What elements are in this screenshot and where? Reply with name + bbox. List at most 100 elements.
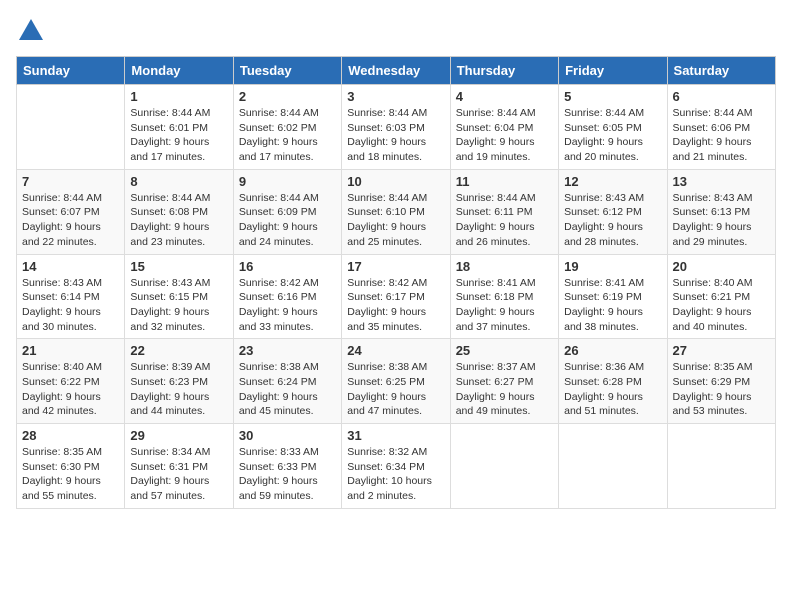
day-number: 29 — [130, 428, 227, 443]
day-info: Sunrise: 8:44 AM Sunset: 6:03 PM Dayligh… — [347, 106, 444, 165]
calendar-cell: 2 Sunrise: 8:44 AM Sunset: 6:02 PM Daylig… — [233, 85, 341, 170]
calendar-week-row: 1Sunrise: 8:44 AM Sunset: 6:01 PM Daylig… — [17, 85, 776, 170]
logo-icon — [16, 16, 46, 46]
column-header-sunday: Sunday — [17, 57, 125, 85]
day-number: 31 — [347, 428, 444, 443]
calendar-header-row: SundayMondayTuesdayWednesdayThursdayFrid… — [17, 57, 776, 85]
day-number: 19 — [564, 259, 661, 274]
day-number: 20 — [673, 259, 770, 274]
day-info: Sunrise: 8:44 AM Sunset: 6:08 PM Dayligh… — [130, 191, 227, 250]
day-info: Sunrise: 8:36 AM Sunset: 6:28 PM Dayligh… — [564, 360, 661, 419]
day-info: Sunrise: 8:44 AM Sunset: 6:05 PM Dayligh… — [564, 106, 661, 165]
day-number: 2 — [239, 89, 336, 104]
calendar-cell: 10 Sunrise: 8:44 AM Sunset: 6:10 PM Dayli… — [342, 169, 450, 254]
day-number: 26 — [564, 343, 661, 358]
day-number: 23 — [239, 343, 336, 358]
calendar-cell — [17, 85, 125, 170]
column-header-monday: Monday — [125, 57, 233, 85]
calendar-cell: 18 Sunrise: 8:41 AM Sunset: 6:18 PM Dayli… — [450, 254, 558, 339]
calendar-cell — [450, 424, 558, 509]
day-info: Sunrise: 8:44 AM Sunset: 6:01 PM Dayligh… — [130, 106, 227, 165]
day-info: Sunrise: 8:38 AM Sunset: 6:25 PM Dayligh… — [347, 360, 444, 419]
calendar-cell: 16Sunrise: 8:42 AM Sunset: 6:16 PM Dayli… — [233, 254, 341, 339]
day-info: Sunrise: 8:42 AM Sunset: 6:17 PM Dayligh… — [347, 276, 444, 335]
calendar-cell: 3 Sunrise: 8:44 AM Sunset: 6:03 PM Daylig… — [342, 85, 450, 170]
column-header-saturday: Saturday — [667, 57, 775, 85]
day-number: 16 — [239, 259, 336, 274]
calendar-cell: 14 Sunrise: 8:43 AM Sunset: 6:14 PM Dayli… — [17, 254, 125, 339]
calendar-cell: 21 Sunrise: 8:40 AM Sunset: 6:22 PM Dayli… — [17, 339, 125, 424]
calendar-week-row: 21 Sunrise: 8:40 AM Sunset: 6:22 PM Dayli… — [17, 339, 776, 424]
column-header-thursday: Thursday — [450, 57, 558, 85]
calendar-cell: 25 Sunrise: 8:37 AM Sunset: 6:27 PM Dayli… — [450, 339, 558, 424]
calendar-cell: 28Sunrise: 8:35 AM Sunset: 6:30 PM Dayli… — [17, 424, 125, 509]
day-info: Sunrise: 8:44 AM Sunset: 6:11 PM Dayligh… — [456, 191, 553, 250]
calendar-cell: 9 Sunrise: 8:44 AM Sunset: 6:09 PM Daylig… — [233, 169, 341, 254]
calendar-cell: 7Sunrise: 8:44 AM Sunset: 6:07 PM Daylig… — [17, 169, 125, 254]
day-number: 8 — [130, 174, 227, 189]
calendar-cell: 31 Sunrise: 8:32 AM Sunset: 6:34 PM Dayli… — [342, 424, 450, 509]
day-number: 12 — [564, 174, 661, 189]
day-info: Sunrise: 8:44 AM Sunset: 6:06 PM Dayligh… — [673, 106, 770, 165]
day-info: Sunrise: 8:40 AM Sunset: 6:22 PM Dayligh… — [22, 360, 119, 419]
day-number: 11 — [456, 174, 553, 189]
calendar-cell: 27Sunrise: 8:35 AM Sunset: 6:29 PM Dayli… — [667, 339, 775, 424]
day-number: 21 — [22, 343, 119, 358]
day-number: 14 — [22, 259, 119, 274]
column-header-friday: Friday — [559, 57, 667, 85]
calendar-week-row: 14 Sunrise: 8:43 AM Sunset: 6:14 PM Dayli… — [17, 254, 776, 339]
column-header-wednesday: Wednesday — [342, 57, 450, 85]
day-info: Sunrise: 8:44 AM Sunset: 6:10 PM Dayligh… — [347, 191, 444, 250]
day-info: Sunrise: 8:44 AM Sunset: 6:09 PM Dayligh… — [239, 191, 336, 250]
day-info: Sunrise: 8:37 AM Sunset: 6:27 PM Dayligh… — [456, 360, 553, 419]
day-info: Sunrise: 8:44 AM Sunset: 6:04 PM Dayligh… — [456, 106, 553, 165]
calendar-cell: 30Sunrise: 8:33 AM Sunset: 6:33 PM Dayli… — [233, 424, 341, 509]
calendar-cell: 26 Sunrise: 8:36 AM Sunset: 6:28 PM Dayli… — [559, 339, 667, 424]
calendar-week-row: 7Sunrise: 8:44 AM Sunset: 6:07 PM Daylig… — [17, 169, 776, 254]
day-number: 18 — [456, 259, 553, 274]
calendar-cell: 22Sunrise: 8:39 AM Sunset: 6:23 PM Dayli… — [125, 339, 233, 424]
logo — [16, 16, 50, 46]
calendar-cell — [667, 424, 775, 509]
day-number: 17 — [347, 259, 444, 274]
day-number: 9 — [239, 174, 336, 189]
day-info: Sunrise: 8:38 AM Sunset: 6:24 PM Dayligh… — [239, 360, 336, 419]
calendar-cell: 19 Sunrise: 8:41 AM Sunset: 6:19 PM Dayli… — [559, 254, 667, 339]
day-info: Sunrise: 8:44 AM Sunset: 6:02 PM Dayligh… — [239, 106, 336, 165]
day-info: Sunrise: 8:39 AM Sunset: 6:23 PM Dayligh… — [130, 360, 227, 419]
calendar-cell: 1Sunrise: 8:44 AM Sunset: 6:01 PM Daylig… — [125, 85, 233, 170]
calendar-cell: 24 Sunrise: 8:38 AM Sunset: 6:25 PM Dayli… — [342, 339, 450, 424]
calendar-cell: 29Sunrise: 8:34 AM Sunset: 6:31 PM Dayli… — [125, 424, 233, 509]
calendar-cell: 4 Sunrise: 8:44 AM Sunset: 6:04 PM Daylig… — [450, 85, 558, 170]
day-number: 10 — [347, 174, 444, 189]
calendar-cell: 8 Sunrise: 8:44 AM Sunset: 6:08 PM Daylig… — [125, 169, 233, 254]
day-info: Sunrise: 8:43 AM Sunset: 6:13 PM Dayligh… — [673, 191, 770, 250]
calendar-cell: 23 Sunrise: 8:38 AM Sunset: 6:24 PM Dayli… — [233, 339, 341, 424]
calendar-cell: 5 Sunrise: 8:44 AM Sunset: 6:05 PM Daylig… — [559, 85, 667, 170]
day-info: Sunrise: 8:32 AM Sunset: 6:34 PM Dayligh… — [347, 445, 444, 504]
column-header-tuesday: Tuesday — [233, 57, 341, 85]
day-number: 5 — [564, 89, 661, 104]
calendar-cell: 12 Sunrise: 8:43 AM Sunset: 6:12 PM Dayli… — [559, 169, 667, 254]
calendar-cell: 15 Sunrise: 8:43 AM Sunset: 6:15 PM Dayli… — [125, 254, 233, 339]
day-number: 25 — [456, 343, 553, 358]
day-number: 4 — [456, 89, 553, 104]
page-header — [16, 16, 776, 46]
day-info: Sunrise: 8:35 AM Sunset: 6:29 PM Dayligh… — [673, 360, 770, 419]
day-number: 24 — [347, 343, 444, 358]
day-info: Sunrise: 8:41 AM Sunset: 6:18 PM Dayligh… — [456, 276, 553, 335]
day-number: 15 — [130, 259, 227, 274]
day-number: 13 — [673, 174, 770, 189]
day-number: 6 — [673, 89, 770, 104]
day-info: Sunrise: 8:33 AM Sunset: 6:33 PM Dayligh… — [239, 445, 336, 504]
day-info: Sunrise: 8:44 AM Sunset: 6:07 PM Dayligh… — [22, 191, 119, 250]
calendar-cell: 20Sunrise: 8:40 AM Sunset: 6:21 PM Dayli… — [667, 254, 775, 339]
day-info: Sunrise: 8:35 AM Sunset: 6:30 PM Dayligh… — [22, 445, 119, 504]
calendar-cell: 11 Sunrise: 8:44 AM Sunset: 6:11 PM Dayli… — [450, 169, 558, 254]
day-info: Sunrise: 8:43 AM Sunset: 6:14 PM Dayligh… — [22, 276, 119, 335]
calendar-cell: 13 Sunrise: 8:43 AM Sunset: 6:13 PM Dayli… — [667, 169, 775, 254]
day-info: Sunrise: 8:41 AM Sunset: 6:19 PM Dayligh… — [564, 276, 661, 335]
day-info: Sunrise: 8:43 AM Sunset: 6:15 PM Dayligh… — [130, 276, 227, 335]
day-number: 3 — [347, 89, 444, 104]
day-info: Sunrise: 8:43 AM Sunset: 6:12 PM Dayligh… — [564, 191, 661, 250]
